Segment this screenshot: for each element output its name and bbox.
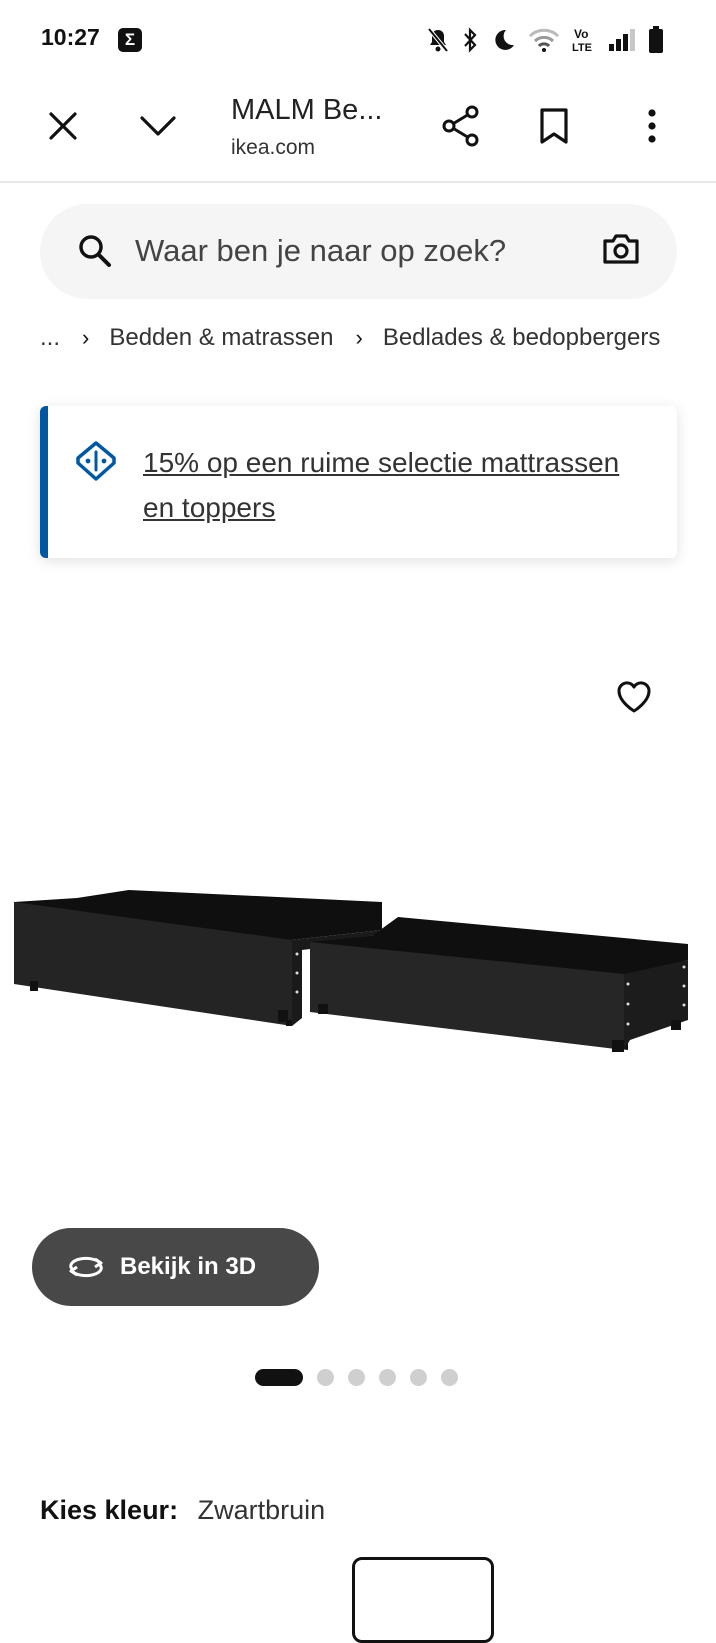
app-notification-icon: Σ bbox=[118, 28, 142, 52]
page-domain: ikea.com bbox=[231, 136, 316, 159]
view-in-3d-button[interactable]: Bekijk in 3D bbox=[32, 1228, 319, 1306]
svg-text:Vo: Vo bbox=[574, 27, 588, 41]
share-icon bbox=[442, 105, 479, 147]
promo-accent-bar bbox=[40, 406, 48, 558]
bookmark-button[interactable] bbox=[530, 102, 578, 150]
do-not-disturb-moon-icon bbox=[495, 29, 514, 50]
breadcrumb-item-bedden[interactable]: Bedden & matrassen bbox=[109, 324, 333, 352]
bluetooth-icon bbox=[464, 27, 477, 53]
share-button[interactable] bbox=[437, 102, 485, 150]
carousel-dot-6[interactable] bbox=[441, 1369, 458, 1386]
product-image bbox=[14, 890, 688, 1052]
wifi-icon bbox=[528, 28, 560, 52]
carousel-dot-5[interactable] bbox=[410, 1369, 427, 1386]
battery-icon bbox=[649, 26, 663, 53]
bookmark-icon bbox=[540, 108, 568, 144]
minimize-button[interactable] bbox=[134, 102, 182, 150]
signal-icon bbox=[609, 29, 635, 51]
chevron-down-icon bbox=[140, 116, 176, 136]
view-in-3d-label: Bekijk in 3D bbox=[120, 1253, 257, 1280]
status-icons: Vo LTE bbox=[426, 25, 664, 55]
chevron-right-icon: › bbox=[355, 325, 363, 350]
notifications-off-icon bbox=[427, 27, 449, 53]
carousel-dot-3[interactable] bbox=[348, 1369, 365, 1386]
breadcrumb-item-bedlades[interactable]: Bedlades & bedopbergers bbox=[383, 324, 661, 352]
camera-search-icon[interactable] bbox=[602, 233, 640, 265]
carousel-indicator bbox=[255, 1369, 458, 1386]
more-vertical-icon bbox=[648, 109, 656, 143]
more-options-button[interactable] bbox=[628, 102, 676, 150]
volte-icon: Vo LTE bbox=[572, 27, 592, 54]
rotate-3d-icon bbox=[69, 1256, 103, 1278]
close-button[interactable] bbox=[39, 102, 87, 150]
carousel-dot-2[interactable] bbox=[317, 1369, 334, 1386]
carousel-dot-1[interactable] bbox=[255, 1369, 303, 1386]
page-title: MALM Be... bbox=[231, 94, 383, 126]
color-swatch-selected[interactable] bbox=[352, 1557, 494, 1643]
breadcrumb-ellipsis[interactable]: ... bbox=[40, 324, 60, 352]
promo-banner[interactable]: 15% op een ruime selectie mattrassen en … bbox=[40, 406, 677, 558]
chevron-right-icon: › bbox=[82, 325, 90, 350]
heart-icon[interactable] bbox=[616, 680, 652, 714]
price-tag-icon bbox=[76, 441, 116, 481]
svg-text:LTE: LTE bbox=[572, 42, 592, 54]
color-selector-row: Kies kleur: Zwartbruin bbox=[40, 1495, 325, 1526]
carousel-dot-4[interactable] bbox=[379, 1369, 396, 1386]
breadcrumb: ... › Bedden & matrassen › Bedlades & be… bbox=[40, 324, 660, 352]
promo-link[interactable]: 15% op een ruime selectie mattrassen en … bbox=[143, 440, 653, 530]
status-time: 10:27 bbox=[41, 24, 100, 50]
color-label: Kies kleur: bbox=[40, 1495, 179, 1525]
close-icon bbox=[49, 112, 77, 140]
search-input[interactable] bbox=[135, 229, 575, 273]
search-icon bbox=[79, 235, 111, 267]
color-value: Zwartbruin bbox=[197, 1495, 326, 1525]
